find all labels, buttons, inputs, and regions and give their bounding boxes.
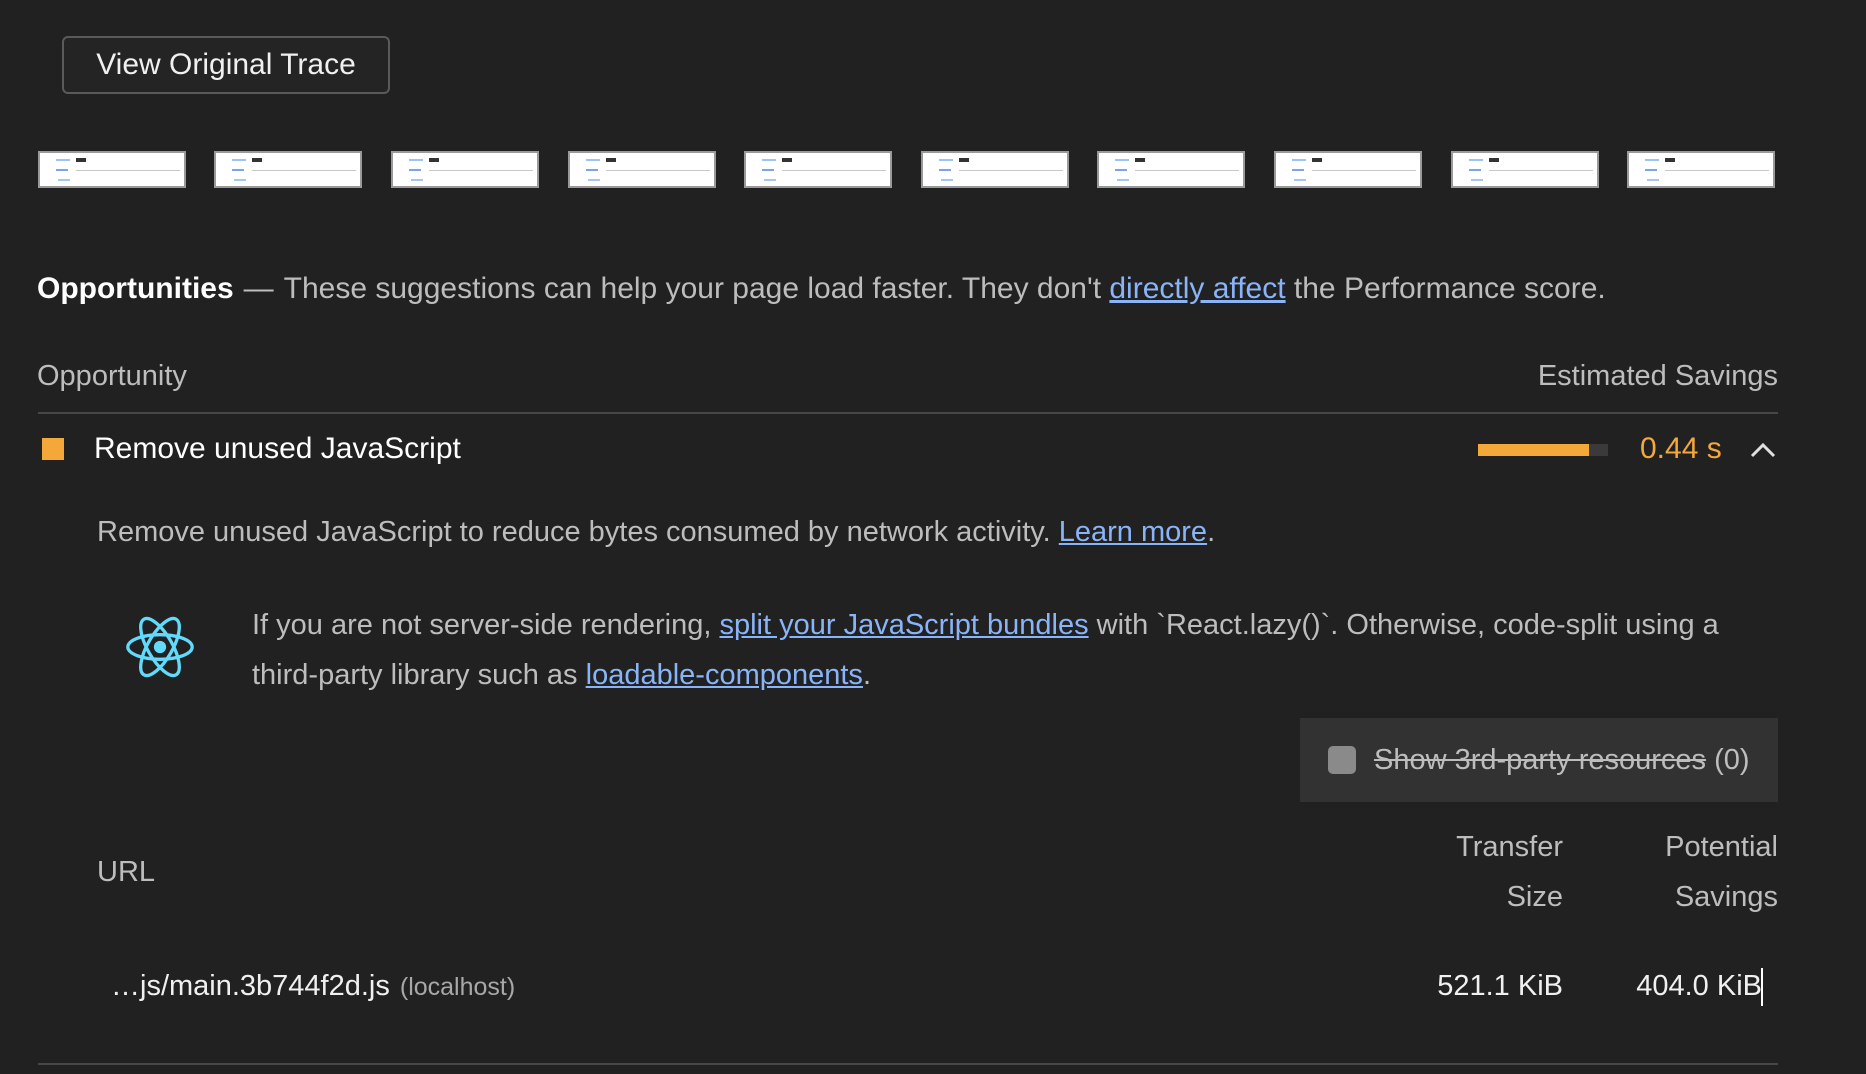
filmstrip-frame bbox=[1627, 151, 1775, 188]
stack-pack-advice: If you are not server-side rendering, sp… bbox=[252, 600, 1782, 700]
filmstrip-frame bbox=[214, 151, 362, 188]
stack-advice-text: If you are not server-side rendering, bbox=[252, 609, 720, 641]
transfer-size-header-line2: Size bbox=[1506, 881, 1563, 913]
filmstrip-frame bbox=[1274, 151, 1422, 188]
third-party-count: (0) bbox=[1714, 743, 1750, 776]
url-host: (localhost) bbox=[399, 973, 516, 1001]
potential-savings-header-line1: Potential bbox=[1665, 831, 1778, 863]
url-text: …js/main.3b744f2d.js bbox=[111, 970, 390, 1002]
learn-more-link[interactable]: Learn more bbox=[1059, 516, 1207, 548]
audit-description-period: . bbox=[1207, 516, 1216, 548]
average-status-icon bbox=[42, 438, 64, 460]
filmstrip-frame bbox=[1451, 151, 1599, 188]
third-party-checkbox[interactable] bbox=[1328, 746, 1356, 774]
lighthouse-report: View Original Trace Opportunities — These … bbox=[0, 0, 1866, 1074]
third-party-label-text: Show 3rd-party resources bbox=[1374, 743, 1707, 776]
react-icon bbox=[126, 616, 194, 678]
potential-savings-column-header: Potential Savings bbox=[1665, 822, 1778, 922]
savings-bar bbox=[1478, 444, 1608, 456]
savings-value: 0.44 s bbox=[1640, 432, 1722, 465]
filmstrip-frame bbox=[744, 151, 892, 188]
table-bottom-divider bbox=[38, 1063, 1778, 1065]
filmstrip bbox=[38, 151, 1778, 189]
audit-description-text: Remove unused JavaScript to reduce bytes… bbox=[97, 516, 1059, 548]
filmstrip-frame bbox=[568, 151, 716, 188]
audit-description: Remove unused JavaScript to reduce bytes… bbox=[97, 516, 1215, 549]
header-separator: — bbox=[243, 272, 274, 305]
opportunities-description: These suggestions can help your page loa… bbox=[283, 272, 1110, 305]
estimated-savings-column-header: Estimated Savings bbox=[1537, 360, 1778, 392]
opportunities-title: Opportunities bbox=[37, 272, 234, 305]
filmstrip-frame bbox=[38, 151, 186, 188]
text-cursor bbox=[1761, 968, 1763, 1006]
filmstrip-frame bbox=[391, 151, 539, 188]
loadable-components-link[interactable]: loadable-components bbox=[586, 659, 863, 691]
view-original-trace-button[interactable]: View Original Trace bbox=[62, 36, 390, 94]
opportunities-description-end: the Performance score. bbox=[1285, 272, 1606, 305]
transfer-size-cell: 521.1 KiB bbox=[1437, 970, 1563, 1002]
filmstrip-frame bbox=[921, 151, 1069, 188]
potential-savings-cell: 404.0 KiB bbox=[1636, 970, 1762, 1002]
header-divider bbox=[38, 412, 1778, 414]
opportunities-header: Opportunities — These suggestions can help… bbox=[37, 272, 1606, 306]
directly-affect-link[interactable]: directly affect bbox=[1109, 272, 1285, 305]
url-cell[interactable]: …js/main.3b744f2d.js (localhost) bbox=[111, 970, 515, 1003]
savings-bar-fill bbox=[1478, 444, 1589, 456]
transfer-size-column-header: Transfer Size bbox=[1456, 822, 1563, 922]
potential-savings-header-line2: Savings bbox=[1674, 881, 1778, 913]
chevron-up-icon[interactable] bbox=[1748, 438, 1778, 462]
url-column-header: URL bbox=[97, 856, 156, 888]
split-bundles-link[interactable]: split your JavaScript bundles bbox=[719, 609, 1088, 641]
third-party-label[interactable]: Show 3rd-party resources (0) bbox=[1374, 744, 1750, 777]
transfer-size-header-line1: Transfer bbox=[1456, 831, 1563, 863]
filmstrip-frame bbox=[1097, 151, 1245, 188]
third-party-filter[interactable]: Show 3rd-party resources (0) bbox=[1300, 718, 1778, 802]
opportunity-column-header: Opportunity bbox=[37, 360, 187, 392]
audit-title[interactable]: Remove unused JavaScript bbox=[94, 432, 461, 466]
stack-advice-text-end: . bbox=[862, 659, 871, 691]
